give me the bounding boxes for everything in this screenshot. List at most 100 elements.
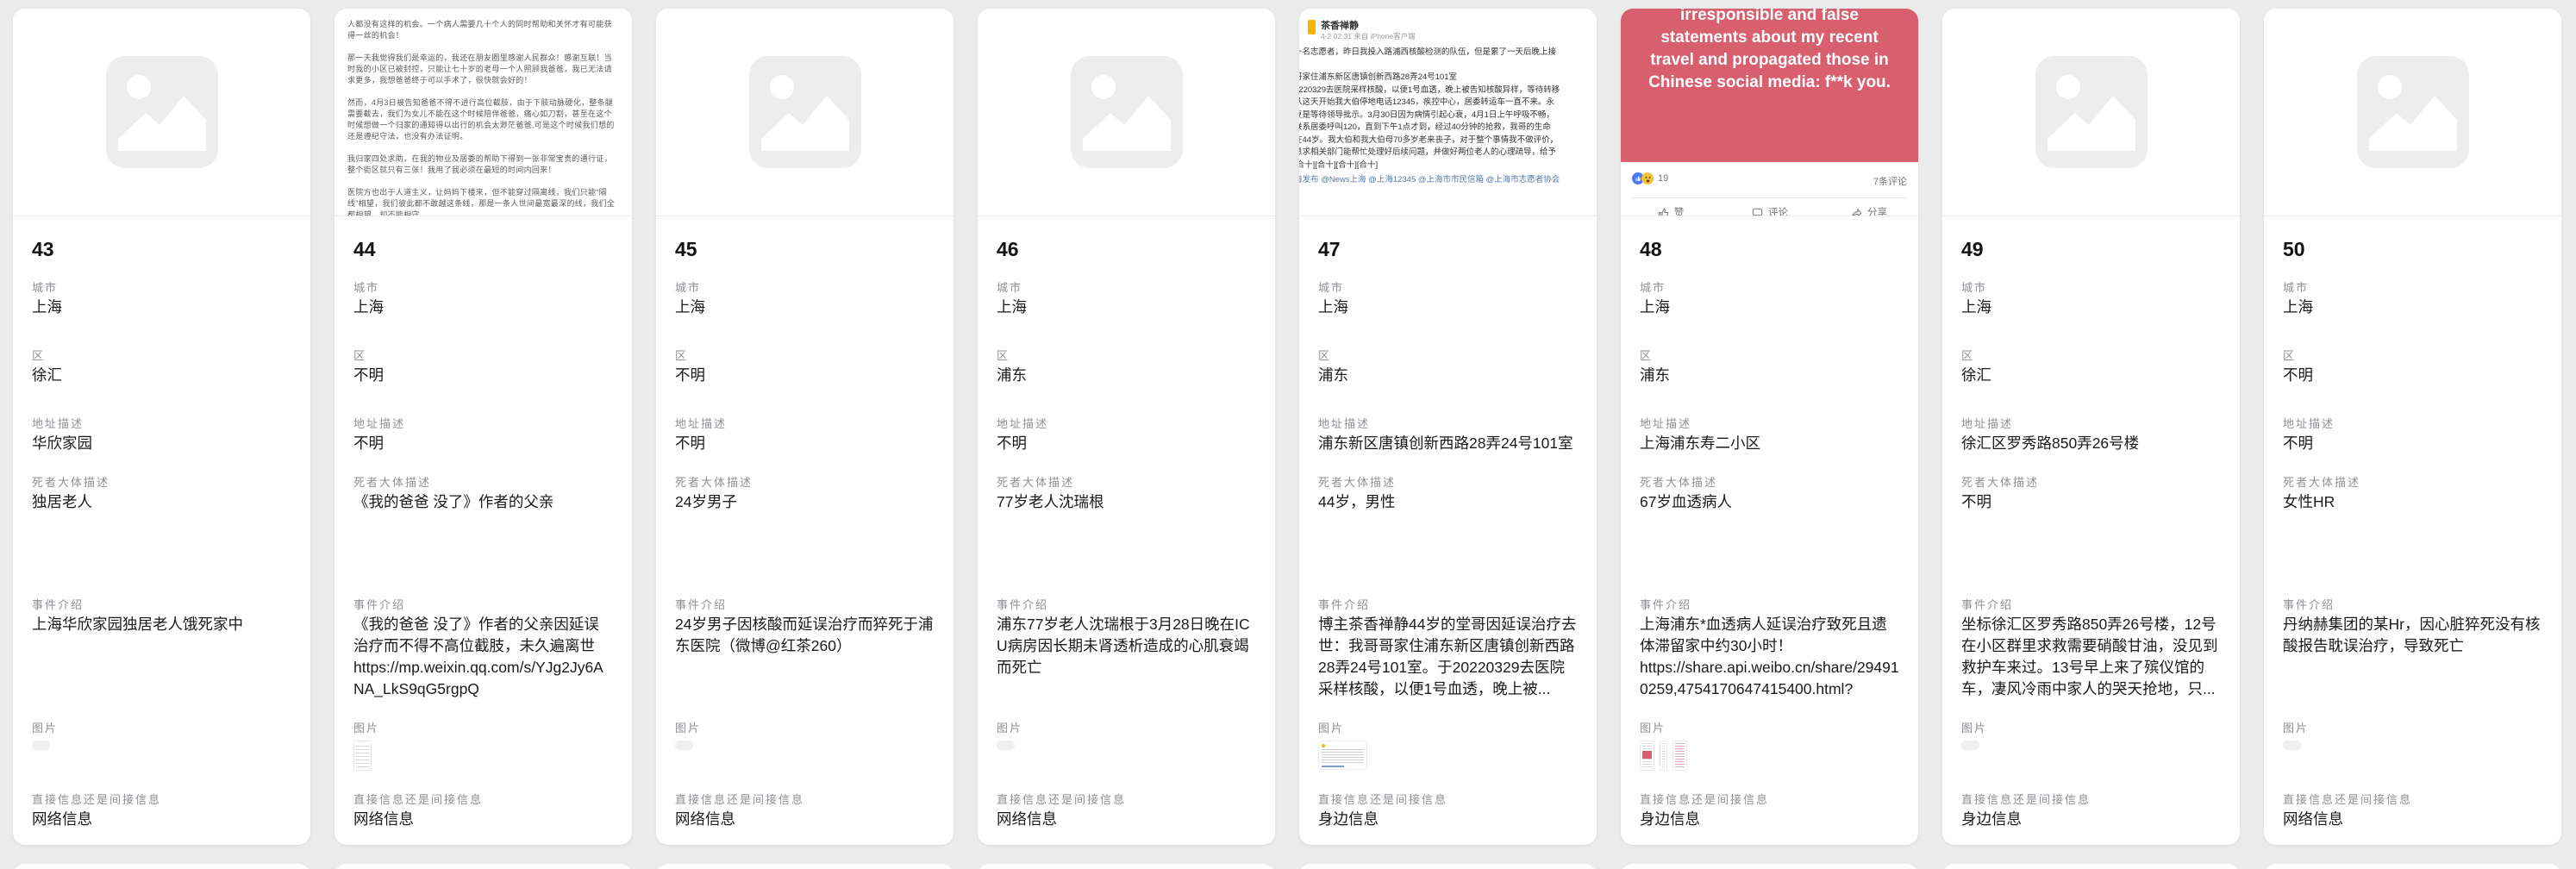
card-image-area[interactable]: irresponsible and false statements about… [1621,9,1918,216]
district-label: 区 [675,347,935,363]
card-image-area[interactable] [13,9,310,216]
statement-text: irresponsible and false statements about… [1621,9,1918,94]
next-card-top[interactable] [1299,864,1597,869]
address-label: 地址描述 [675,415,935,431]
city-value: 上海 [32,297,291,318]
deceased-value: 不明 [1961,491,2221,513]
image-attachment-thumb[interactable] [353,741,372,771]
thumbs-up-icon [1657,206,1670,217]
image-attachment-thumb[interactable] [32,741,50,750]
record-card-47[interactable]: 茶香禅静 4-2 02:31 来自 iPhone客户端 一名志愿者，昨日我投入路… [1299,9,1597,845]
card-image-area[interactable]: 人都没有这样的机会。一个病人需要几十个人的同时帮助和关怀才有可能获得一丝的机会！… [335,9,632,216]
image-attachment-thumb[interactable] [997,741,1015,750]
event-label: 事件介绍 [2283,596,2542,612]
address-label: 地址描述 [1318,415,1578,431]
comment-bubble-icon [1751,206,1764,217]
district-value: 浦东 [1318,365,1578,386]
source-label: 直接信息还是间接信息 [32,791,291,807]
image-label: 图片 [353,719,613,735]
next-card-top[interactable] [1942,864,2240,869]
city-label: 城市 [675,278,935,295]
deceased-value: 44岁，男性 [1318,491,1578,513]
placeholder-image-icon [106,56,218,168]
city-value: 上海 [353,297,613,318]
event-label: 事件介绍 [997,596,1256,612]
record-card-49[interactable]: 49 城市 上海 区 徐汇 地址描述 徐汇区罗秀路850弄26号楼 死者大体描述… [1942,9,2240,845]
card-image-area[interactable] [1942,9,2240,216]
address-value: 徐汇区罗秀路850弄26号楼 [1961,433,2221,454]
record-card-48[interactable]: irresponsible and false statements about… [1621,9,1918,845]
next-card-top[interactable] [335,864,632,869]
card-image-area[interactable]: 茶香禅静 4-2 02:31 来自 iPhone客户端 一名志愿者，昨日我投入路… [1299,9,1597,216]
next-row-preview [13,864,2561,869]
deceased-value: 独居老人 [32,491,291,513]
event-value: 丹纳赫集团的某Hr，因心脏猝死没有核酸报告耽误治疗，导致死亡 [2283,614,2542,657]
event-value: 坐标徐汇区罗秀路850弄26号楼，12号在小区群里求救需要硝酸甘油，没见到救护车… [1961,614,2221,700]
next-card-top[interactable] [13,864,310,869]
comment-button[interactable]: 评论 [1720,202,1819,216]
event-value: 上海华欣家园独居老人饿死家中 [32,614,291,635]
next-card-top[interactable] [978,864,1275,869]
next-card-top[interactable] [2264,864,2561,869]
record-number: 44 [353,238,376,261]
address-value: 不明 [353,433,613,454]
image-attachment-thumb[interactable] [1640,741,1654,771]
city-value: 上海 [2283,297,2542,318]
district-label: 区 [1318,347,1578,363]
deceased-label: 死者大体描述 [675,473,935,490]
event-value: 24岁男子因核酸而延误治疗而猝死于浦东医院（微博@红茶260） [675,614,935,657]
deceased-label: 死者大体描述 [32,473,291,490]
source-label: 直接信息还是间接信息 [353,791,613,807]
district-label: 区 [353,347,613,363]
city-label: 城市 [1640,278,1899,295]
source-label: 直接信息还是间接信息 [997,791,1256,807]
district-label: 区 [1640,347,1899,363]
image-attachment-thumb[interactable] [1961,741,1979,750]
card-image-area[interactable] [656,9,953,216]
image-attachment-thumb[interactable] [1660,741,1667,771]
event-label: 事件介绍 [675,596,935,612]
image-attachment-thumb[interactable] [1318,741,1367,770]
image-label: 图片 [997,719,1256,735]
deceased-label: 死者大体描述 [2283,473,2542,490]
record-card-50[interactable]: 50 城市 上海 区 不明 地址描述 不明 死者大体描述 女性HR 事件介绍 丹… [2264,9,2561,845]
city-label: 城市 [2283,278,2542,295]
event-value: 浦东77岁老人沈瑞根于3月28日晚在ICU病房因长期未肾透析造成的心肌衰竭而死亡 [997,614,1256,678]
source-value: 网络信息 [32,809,291,830]
district-label: 区 [1961,347,2221,363]
record-card-43[interactable]: 43 城市 上海 区 徐汇 地址描述 华欣家园 死者大体描述 独居老人 事件介绍… [13,9,310,845]
record-card-45[interactable]: 45 城市 上海 区 不明 地址描述 不明 死者大体描述 24岁男子 事件介绍 … [656,9,953,845]
deceased-label: 死者大体描述 [1961,473,2221,490]
share-arrow-icon [1850,206,1863,217]
address-value: 浦东新区唐镇创新西路28弄24号101室 [1318,433,1578,454]
city-value: 上海 [997,297,1256,318]
image-label: 图片 [675,719,935,735]
source-value: 身边信息 [1318,809,1578,830]
record-card-44[interactable]: 人都没有这样的机会。一个病人需要几十个人的同时帮助和关怀才有可能获得一丝的机会！… [335,9,632,845]
image-attachment-thumb[interactable] [1673,741,1687,771]
address-value: 上海浦东寿二小区 [1640,433,1899,454]
next-card-top[interactable] [656,864,953,869]
image-label: 图片 [1318,719,1578,735]
event-label: 事件介绍 [1640,596,1899,612]
card-image-area[interactable] [978,9,1275,216]
image-label: 图片 [1961,719,2221,735]
comments-count[interactable]: 7条评论 [1873,174,1907,188]
image-label: 图片 [1640,719,1899,735]
city-label: 城市 [1318,278,1578,295]
record-card-46[interactable]: 46 城市 上海 区 浦东 地址描述 不明 死者大体描述 77岁老人沈瑞根 事件… [978,9,1275,845]
district-value: 不明 [2283,365,2542,386]
like-button[interactable]: 赞 [1621,202,1720,216]
event-value: 《我的爸爸 没了》作者的父亲因延误治疗而不得不高位截肢，未久遍离世 https:… [353,614,613,700]
placeholder-image-icon [1071,56,1183,168]
address-label: 地址描述 [32,415,291,431]
image-attachment-thumb[interactable] [2283,741,2301,750]
weibo-timestamp: 4-2 02:31 来自 iPhone客户端 [1321,31,1416,41]
image-attachment-thumb[interactable] [675,741,693,750]
card-image-area[interactable] [2264,9,2561,216]
district-value: 徐汇 [1961,365,2221,386]
city-label: 城市 [353,278,613,295]
share-button[interactable]: 分享 [1819,202,1918,216]
next-card-top[interactable] [1621,864,1918,869]
deceased-value: 24岁男子 [675,491,935,513]
